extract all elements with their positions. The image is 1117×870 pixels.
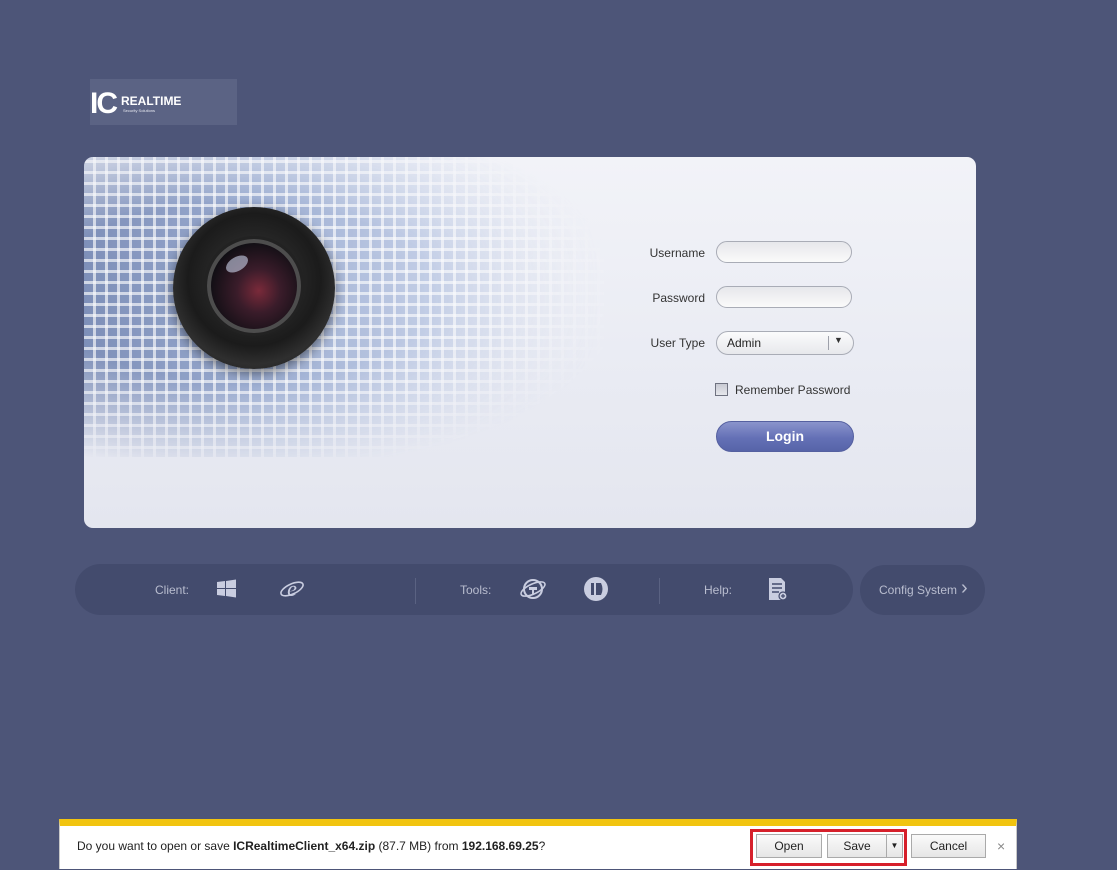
remember-password-checkbox[interactable] [715,383,728,396]
windows-icon[interactable] [212,574,242,604]
logo-mark: IC [90,87,118,120]
cancel-button[interactable]: Cancel [911,834,986,858]
download-host: 192.168.69.25 [461,839,539,853]
download-notification-bar: Do you want to open or save ICRealtimeCl… [59,819,1017,869]
config-system-button[interactable]: Config System › [860,565,985,615]
download-filename: ICRealtimeClient_x64.zip [233,839,376,853]
help-label: Help: [704,583,733,597]
brand-logo: IC REALTIME Security Solutions [90,79,237,125]
username-field[interactable] [716,241,852,263]
save-options-dropdown[interactable]: ▼ [886,834,903,858]
client-label: Client: [155,583,190,597]
open-button[interactable]: Open [756,834,822,858]
download-message: Do you want to open or save ICRealtimeCl… [77,839,545,853]
username-label: Username [649,246,705,260]
select-divider [828,336,829,350]
tools-label: Tools: [460,583,492,597]
chevron-down-icon[interactable]: ▼ [834,335,843,345]
close-icon[interactable]: × [997,838,1005,854]
internet-explorer-icon[interactable]: e [277,574,307,604]
logo-tagline: Security Solutions [123,108,156,113]
save-button[interactable]: Save [827,834,887,858]
player-icon[interactable] [581,574,611,604]
toolbar-divider [659,578,660,604]
lens-glint [223,251,251,277]
login-panel: Username Password User Type Admin ▼ Reme… [84,157,976,528]
password-label: Password [652,291,705,305]
download-suffix: ? [538,839,546,853]
user-type-select[interactable]: Admin ▼ [716,331,854,355]
camera-lens-image [173,207,335,369]
camera-lens-glass [207,239,301,333]
download-prefix: Do you want to open or save [77,839,234,853]
toolbar-divider [415,578,416,604]
ie-plugin-icon[interactable] [518,574,548,604]
download-toolbar: Client: e Tools: Help: [75,564,853,615]
config-system-label: Config System [879,583,958,597]
chevron-right-icon: › [961,577,968,599]
remember-password-label[interactable]: Remember Password [735,383,850,397]
svg-text:e: e [287,576,297,601]
user-type-value: Admin [727,336,762,350]
user-type-label: User Type [650,336,705,350]
download-size: (87.7 MB) from [375,839,462,853]
video-wall-image [84,157,604,457]
login-button[interactable]: Login [716,421,854,452]
password-field[interactable] [716,286,852,308]
document-icon[interactable] [762,574,792,604]
logo-name: REALTIME [121,94,182,108]
